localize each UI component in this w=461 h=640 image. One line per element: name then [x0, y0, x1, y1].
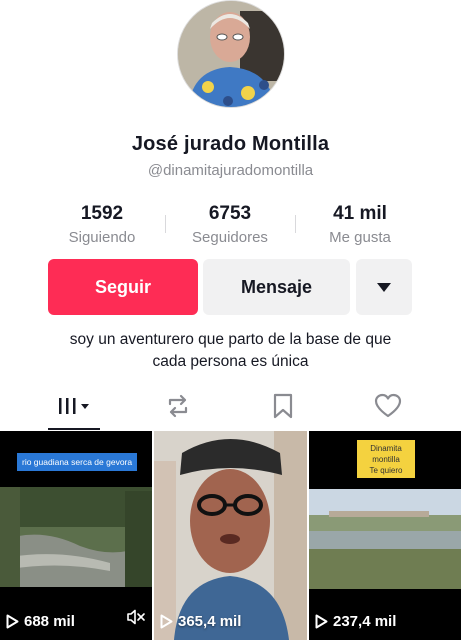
play-icon	[315, 614, 328, 629]
video-views-count: 237,4 mil	[333, 613, 397, 630]
message-button[interactable]: Mensaje	[203, 259, 350, 315]
video-caption-overlay: rio guadiana serca de gevora	[17, 453, 138, 471]
play-icon	[6, 614, 19, 629]
video-grid: rio guadiana serca de gevora 688 mil 365…	[0, 431, 461, 640]
bio-line: cada persona es única	[152, 353, 309, 370]
avatar-photo	[178, 1, 284, 107]
tab-saved[interactable]	[243, 385, 323, 427]
stat-following-label: Siguiendo	[68, 229, 136, 246]
stat-followers-label: Seguidores	[192, 229, 268, 246]
video-views: 365,4 mil	[160, 613, 241, 630]
mute-button[interactable]	[126, 609, 146, 630]
tab-reposts[interactable]	[138, 385, 218, 427]
grid-icon	[59, 398, 89, 414]
video-views-count: 688 mil	[24, 613, 75, 630]
bio-line: soy un aventurero que parto de la base d…	[69, 331, 392, 348]
caption-line: montilla	[372, 455, 400, 464]
bookmark-icon	[273, 393, 293, 419]
repost-icon	[168, 394, 188, 418]
tab-videos[interactable]	[35, 385, 115, 427]
video-thumbnail[interactable]: Dinamita montilla Te quiero 237,4 mil	[309, 431, 461, 640]
tab-liked[interactable]	[348, 385, 428, 427]
stat-divider	[295, 215, 296, 233]
video-views: 688 mil	[6, 613, 75, 630]
stat-following-count: 1592	[80, 203, 124, 224]
more-options-button[interactable]	[356, 259, 412, 315]
stat-divider	[165, 215, 166, 233]
stat-likes-count: 41 mil	[333, 203, 387, 224]
video-caption-overlay: Dinamita montilla Te quiero	[357, 440, 415, 478]
video-thumbnail[interactable]: rio guadiana serca de gevora 688 mil	[0, 431, 152, 640]
heart-icon	[374, 393, 402, 418]
video-views: 237,4 mil	[315, 613, 396, 630]
caret-down-icon	[377, 282, 391, 292]
profile-bio: soy un aventurero que parto de la base d…	[0, 329, 461, 373]
profile-name: José jurado Montilla	[131, 133, 330, 155]
profile-handle: @dinamitajuradomontilla	[147, 162, 314, 179]
stat-likes: 41 mil Me gusta	[300, 203, 420, 246]
stat-followers-count: 6753	[208, 203, 252, 224]
stat-following[interactable]: 1592 Siguiendo	[42, 203, 162, 246]
play-icon	[160, 614, 173, 629]
caption-line: Te quiero	[369, 466, 403, 475]
stat-followers[interactable]: 6753 Seguidores	[170, 203, 290, 246]
video-thumbnail-image	[154, 431, 307, 640]
follow-button[interactable]: Seguir	[48, 259, 198, 315]
profile-avatar[interactable]	[177, 0, 285, 108]
caption-line: Dinamita	[370, 444, 402, 453]
profile-tabs	[0, 385, 461, 431]
active-tab-indicator	[48, 428, 100, 430]
stat-likes-label: Me gusta	[329, 229, 391, 246]
video-views-count: 365,4 mil	[178, 613, 242, 630]
mute-icon	[127, 609, 145, 625]
profile-stats: 1592 Siguiendo 6753 Seguidores 41 mil Me…	[0, 203, 461, 249]
video-thumbnail[interactable]: 365,4 mil	[154, 431, 307, 640]
